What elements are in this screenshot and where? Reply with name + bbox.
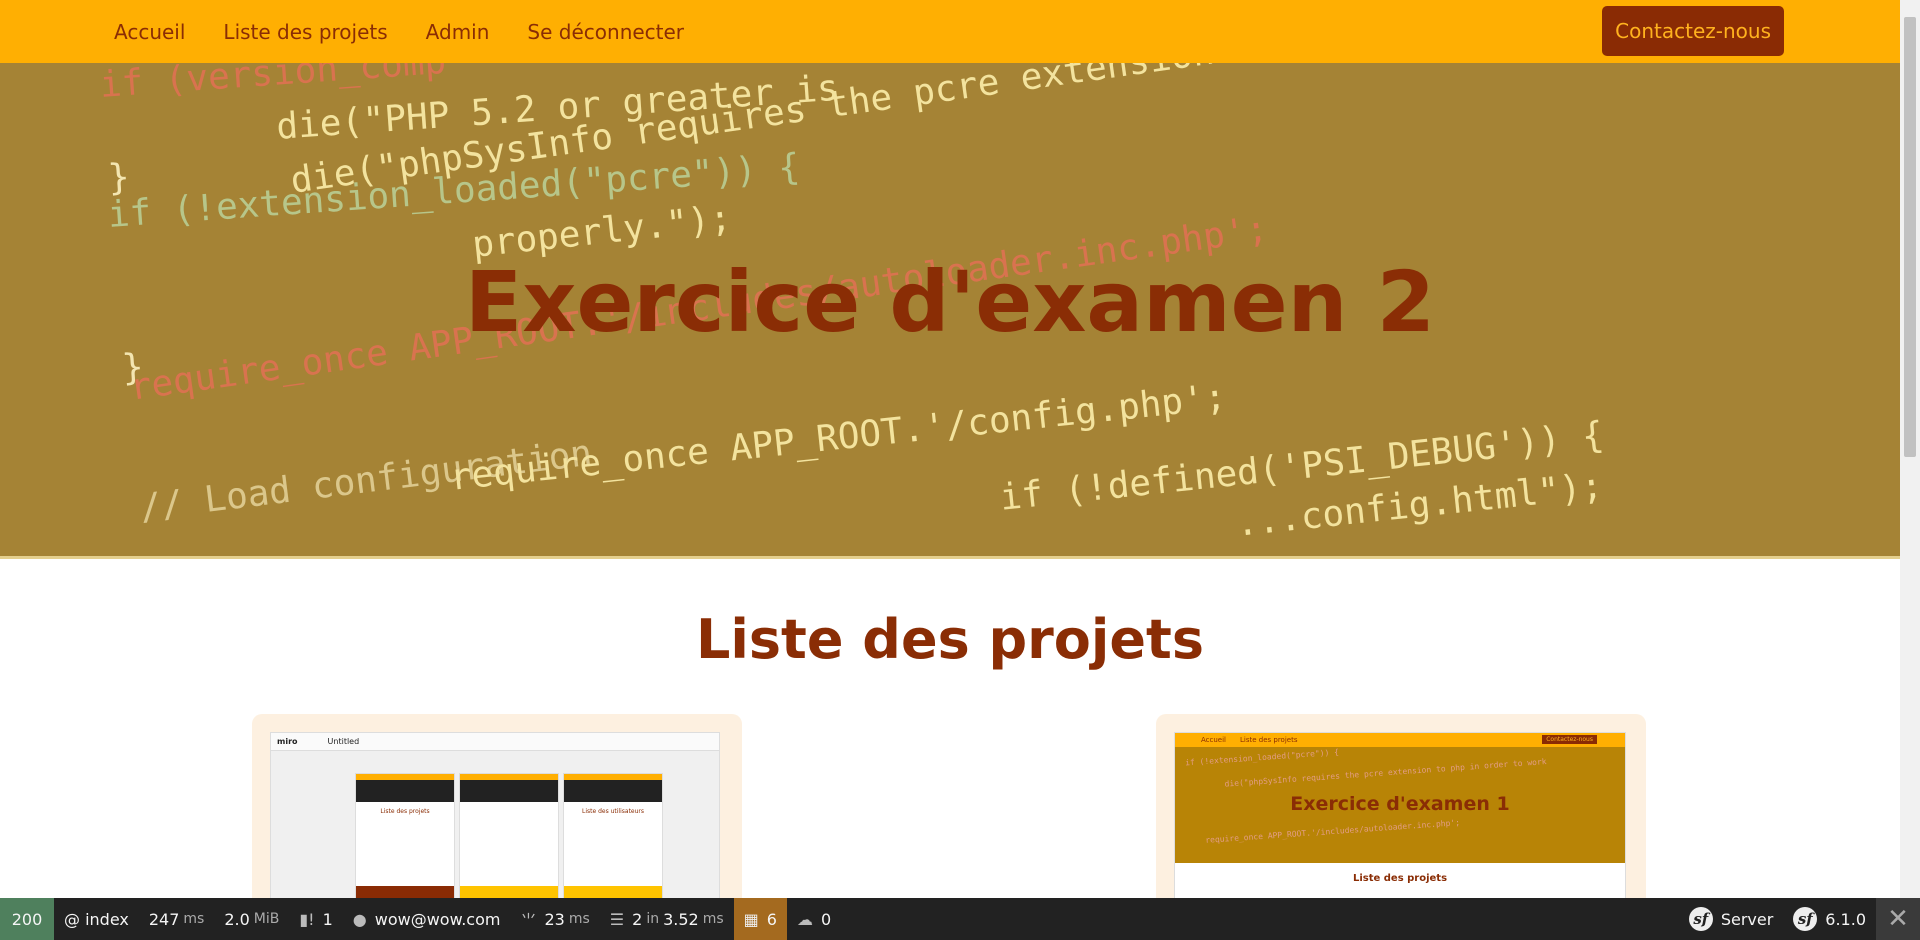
project-thumbnail: Accueil Liste des projets Contactez-nous… — [1174, 732, 1626, 914]
logs-panel[interactable]: ▮! 1 — [289, 898, 342, 940]
db-time-unit: ms — [702, 911, 724, 927]
time-panel[interactable]: 247 ms — [139, 898, 214, 940]
db-in-label: in — [646, 911, 660, 927]
toolbar-right: sf Server sf 6.1.0 ✕ — [1679, 898, 1920, 940]
scrollbar-thumb[interactable] — [1904, 17, 1916, 457]
forms-icon: ▦ — [743, 909, 759, 929]
database-icon: ☰ — [609, 909, 625, 929]
twig-value: 23 — [544, 909, 565, 929]
user-icon: ● — [352, 909, 367, 929]
debug-toolbar: 200 @ index 247 ms 2.0 MiB ▮! 1 ● wow@wo… — [0, 898, 1920, 940]
forms-count: 6 — [766, 909, 777, 929]
twig-icon: ⺌ — [520, 911, 537, 930]
http-count: 0 — [820, 909, 832, 929]
time-unit: ms — [183, 911, 205, 927]
project-card[interactable]: Accueil Liste des projets Contactez-nous… — [1156, 714, 1646, 914]
nav-link-logout[interactable]: Se déconnecter — [527, 20, 684, 44]
thumbnail-frame-title: Liste des utilisateurs — [581, 808, 645, 815]
thumbnail-board-name: Untitled — [327, 737, 360, 746]
hero-title: Exercice d'examen 2 — [464, 253, 1436, 351]
top-navbar: Accueil Liste des projets Admin Se décon… — [0, 0, 1900, 63]
hero-banner: if (version_comp die("PHP 5.2 or greater… — [0, 63, 1900, 558]
server-label: Server — [1720, 909, 1774, 929]
status-code-badge[interactable]: 200 — [0, 898, 54, 940]
twig-unit: ms — [568, 911, 590, 927]
nav-link-liste-projets[interactable]: Liste des projets — [223, 20, 387, 44]
symfony-version: 6.1.0 — [1825, 909, 1866, 929]
thumbnail-frame: Liste des projets — [355, 773, 455, 913]
nav-link-admin[interactable]: Admin — [426, 20, 490, 44]
page-scrollbar[interactable] — [1900, 0, 1920, 898]
twig-panel[interactable]: ⺌ 23 ms — [510, 898, 599, 940]
thumbnail-contact-button: Contactez-nous — [1542, 735, 1597, 744]
symfony-logo-icon: sf — [1688, 907, 1713, 931]
thumbnail-frame-title: Liste des projets — [380, 808, 430, 815]
database-panel[interactable]: ☰ 2 in 3.52 ms — [600, 898, 734, 940]
thumbnail-code: require_once APP_ROOT.'/includes/autoloa… — [1204, 818, 1461, 845]
project-card[interactable]: miro Untitled Liste des projets Liste de… — [252, 714, 742, 914]
thumbnail-code: if (!extension_loaded("pcre")) { — [1184, 747, 1340, 768]
logs-count: 1 — [322, 909, 333, 929]
db-time-value: 3.52 — [663, 909, 699, 929]
thumbnail-navbar: Accueil Liste des projets Contactez-nous — [1175, 733, 1625, 747]
server-panel[interactable]: sf Server — [1679, 898, 1783, 940]
forms-panel[interactable]: ▦ 6 — [733, 898, 787, 940]
thumbnail-toolbar: miro Untitled — [271, 733, 719, 751]
memory-value: 2.0 — [224, 909, 250, 929]
hero-divider — [0, 556, 1900, 559]
thumbnail-app-name: miro — [277, 737, 298, 746]
nav-links: Accueil Liste des projets Admin Se décon… — [114, 20, 722, 44]
thumbnail-title: Exercice d'examen 1 — [1290, 793, 1510, 815]
cloud-upload-icon: ☁ — [796, 909, 813, 929]
thumbnail-nav-link: Liste des projets — [1240, 736, 1298, 744]
symfony-version-panel[interactable]: sf 6.1.0 — [1783, 898, 1876, 940]
memory-unit: MiB — [253, 911, 280, 927]
logs-icon: ▮! — [299, 909, 315, 929]
user-email: wow@wow.com — [374, 909, 501, 929]
symfony-logo-icon: sf — [1793, 907, 1818, 931]
project-thumbnail: miro Untitled Liste des projets Liste de… — [270, 732, 720, 913]
contact-button[interactable]: Contactez-nous — [1602, 6, 1784, 56]
http-client-panel[interactable]: ☁ 0 — [787, 898, 841, 940]
memory-panel[interactable]: 2.0 MiB — [214, 898, 289, 940]
thumbnail-nav-link: Accueil — [1201, 736, 1226, 744]
thumbnail-hero: if (!extension_loaded("pcre")) { die("ph… — [1175, 747, 1625, 863]
user-panel[interactable]: ● wow@wow.com — [343, 898, 511, 940]
thumbnail-section-title: Liste des projets — [1352, 873, 1448, 884]
nav-link-accueil[interactable]: Accueil — [114, 20, 185, 44]
section-title: Liste des projets — [696, 608, 1204, 671]
route-info[interactable]: @ index — [54, 898, 139, 940]
db-query-count: 2 — [632, 909, 643, 929]
thumbnail-frame — [459, 773, 559, 913]
time-value: 247 — [148, 909, 180, 929]
thumbnail-frame: Liste des utilisateurs — [563, 773, 663, 913]
close-icon[interactable]: ✕ — [1876, 898, 1920, 940]
